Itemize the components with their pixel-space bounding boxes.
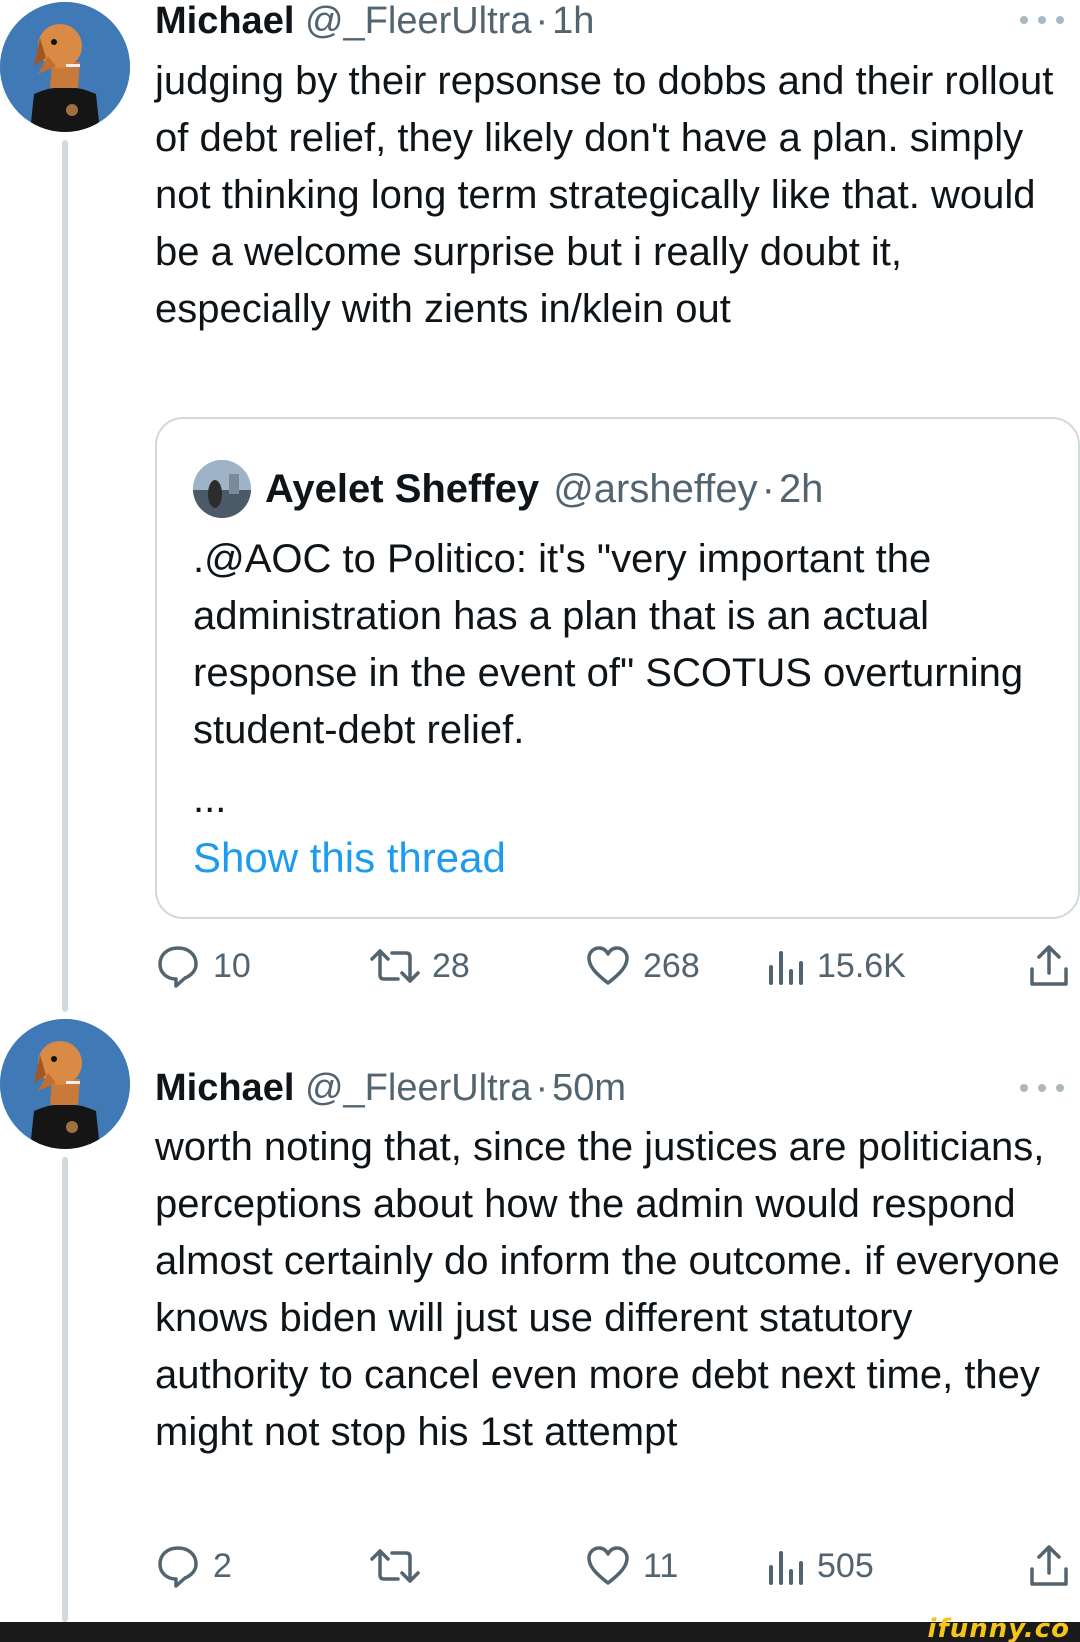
- views-icon: [765, 943, 805, 989]
- avatar[interactable]: [0, 1019, 130, 1149]
- retweet-button[interactable]: [370, 1541, 432, 1591]
- ifunny-watermark: ifunny.co: [927, 1614, 1070, 1642]
- reply-icon: [155, 943, 201, 989]
- separator-dot: ·: [535, 0, 549, 42]
- tweet-text: worth noting that, since the justices ar…: [155, 1125, 1060, 1454]
- like-button[interactable]: 11: [585, 1541, 678, 1591]
- more-icon[interactable]: [1018, 1080, 1066, 1096]
- separator-dot: ·: [535, 1067, 549, 1109]
- more-icon[interactable]: [1018, 12, 1066, 28]
- author-handle[interactable]: @_FleerUltra: [305, 0, 532, 42]
- tweet-text: judging by their repsonse to dobbs and t…: [155, 59, 1054, 331]
- avatar[interactable]: [0, 2, 130, 132]
- share-button[interactable]: [1027, 1541, 1071, 1591]
- views-count: 505: [817, 1546, 874, 1585]
- retweet-count: 28: [432, 946, 470, 985]
- share-icon: [1027, 1543, 1071, 1589]
- separator-dot: ·: [761, 466, 775, 511]
- quote-author-name[interactable]: Ayelet Sheffey: [265, 467, 539, 512]
- like-count: 268: [643, 946, 700, 985]
- reply-count: 2: [213, 1546, 232, 1585]
- views-count: 15.6K: [817, 946, 906, 985]
- quote-timestamp[interactable]: 2h: [779, 467, 824, 512]
- share-icon: [1027, 943, 1071, 989]
- like-count: 11: [643, 1546, 679, 1585]
- tweet-header: Michael @_FleerUltra · 1h: [155, 0, 594, 44]
- quote-ellipsis: ...: [193, 777, 227, 821]
- tweet-header: Michael @_FleerUltra · 50m: [155, 1065, 626, 1111]
- retweet-button[interactable]: 28: [370, 941, 470, 991]
- quote-author-handle[interactable]: @arsheffey: [539, 467, 757, 512]
- heart-icon: [585, 943, 631, 989]
- timestamp[interactable]: 50m: [552, 1067, 626, 1109]
- thread-line-upper: [62, 140, 68, 1012]
- author-name[interactable]: Michael: [155, 1067, 294, 1109]
- like-button[interactable]: 268: [585, 941, 700, 991]
- quote-text: .@AOC to Politico: it's "very important …: [193, 537, 1024, 752]
- quote-header: Ayelet Sheffey @arsheffey · 2h: [193, 459, 823, 519]
- reply-button[interactable]: 10: [155, 941, 251, 991]
- views-icon: [765, 1543, 805, 1589]
- share-button[interactable]: [1027, 941, 1071, 991]
- show-thread-link[interactable]: Show this thread: [193, 829, 506, 886]
- tweet-actions: 10 28 268 15.6K: [155, 941, 1075, 991]
- retweet-icon: [370, 943, 420, 989]
- footer-bar: [0, 1622, 1080, 1642]
- reply-button[interactable]: 2: [155, 1541, 232, 1591]
- views-button[interactable]: 15.6K: [765, 941, 906, 991]
- views-button[interactable]: 505: [765, 1541, 874, 1591]
- retweet-icon: [370, 1543, 420, 1589]
- tweet-actions: 2 11 505: [155, 1541, 1075, 1591]
- author-handle[interactable]: @_FleerUltra: [305, 1067, 532, 1109]
- reply-count: 10: [213, 946, 251, 985]
- timestamp[interactable]: 1h: [552, 0, 594, 42]
- quote-avatar: [193, 460, 251, 518]
- quote-tweet-card[interactable]: Ayelet Sheffey @arsheffey · 2h .@AOC to Po…: [155, 417, 1080, 919]
- heart-icon: [585, 1543, 631, 1589]
- author-name[interactable]: Michael: [155, 0, 294, 42]
- reply-icon: [155, 1543, 201, 1589]
- thread-line-lower: [62, 1157, 68, 1622]
